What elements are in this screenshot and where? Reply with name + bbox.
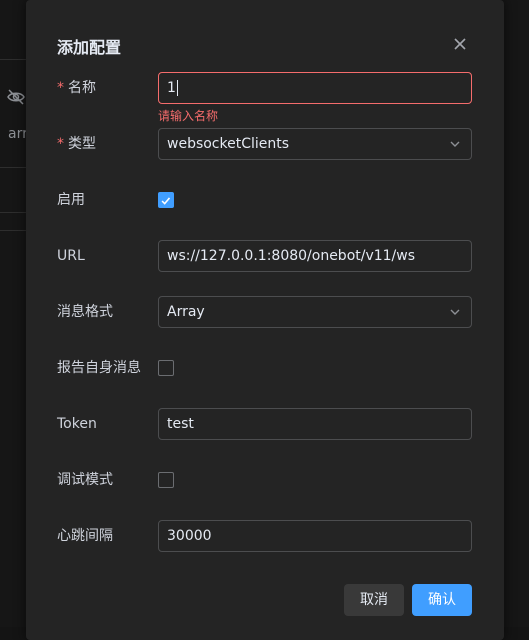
required-mark: * bbox=[57, 136, 64, 152]
enabled-checkbox[interactable] bbox=[158, 192, 174, 208]
name-input[interactable]: 1 bbox=[158, 72, 472, 104]
background-divider bbox=[0, 230, 26, 231]
type-label: * 类型 bbox=[57, 136, 96, 152]
background-divider bbox=[0, 212, 26, 213]
debug-checkbox[interactable] bbox=[158, 472, 174, 488]
report-self-label: 报告自身消息 bbox=[57, 360, 141, 376]
dialog-title: 添加配置 bbox=[57, 38, 122, 57]
chevron-down-icon bbox=[450, 141, 460, 147]
cancel-button[interactable]: 取消 bbox=[344, 584, 404, 616]
background-divider bbox=[0, 59, 26, 60]
debug-label: 调试模式 bbox=[57, 472, 113, 488]
chevron-down-icon bbox=[450, 309, 460, 315]
url-input[interactable]: ws://127.0.0.1:8080/onebot/v11/ws bbox=[158, 240, 472, 272]
token-label: Token bbox=[57, 416, 97, 432]
text-caret bbox=[176, 80, 178, 96]
type-select[interactable]: websocketClients bbox=[158, 128, 472, 160]
background-text: arr bbox=[8, 126, 28, 142]
background-divider bbox=[0, 167, 26, 168]
confirm-button[interactable]: 确认 bbox=[412, 584, 472, 616]
enabled-label: 启用 bbox=[57, 192, 85, 208]
name-error-message: 请输入名称 bbox=[158, 109, 219, 123]
message-format-label: 消息格式 bbox=[57, 304, 113, 320]
message-format-select[interactable]: Array bbox=[158, 296, 472, 328]
eye-off-icon bbox=[7, 89, 25, 105]
token-input[interactable]: test bbox=[158, 408, 472, 440]
heartbeat-input[interactable]: 30000 bbox=[158, 520, 472, 552]
add-config-dialog: 添加配置 * 名称 1 请输入名称 * 类型 websocketClients 启用… bbox=[26, 0, 504, 640]
report-self-checkbox[interactable] bbox=[158, 360, 174, 376]
check-icon bbox=[161, 197, 171, 205]
url-label: URL bbox=[57, 248, 85, 264]
name-label: * 名称 bbox=[57, 80, 96, 96]
close-icon[interactable] bbox=[451, 35, 469, 53]
heartbeat-label: 心跳间隔 bbox=[57, 528, 113, 544]
required-mark: * bbox=[57, 80, 64, 96]
